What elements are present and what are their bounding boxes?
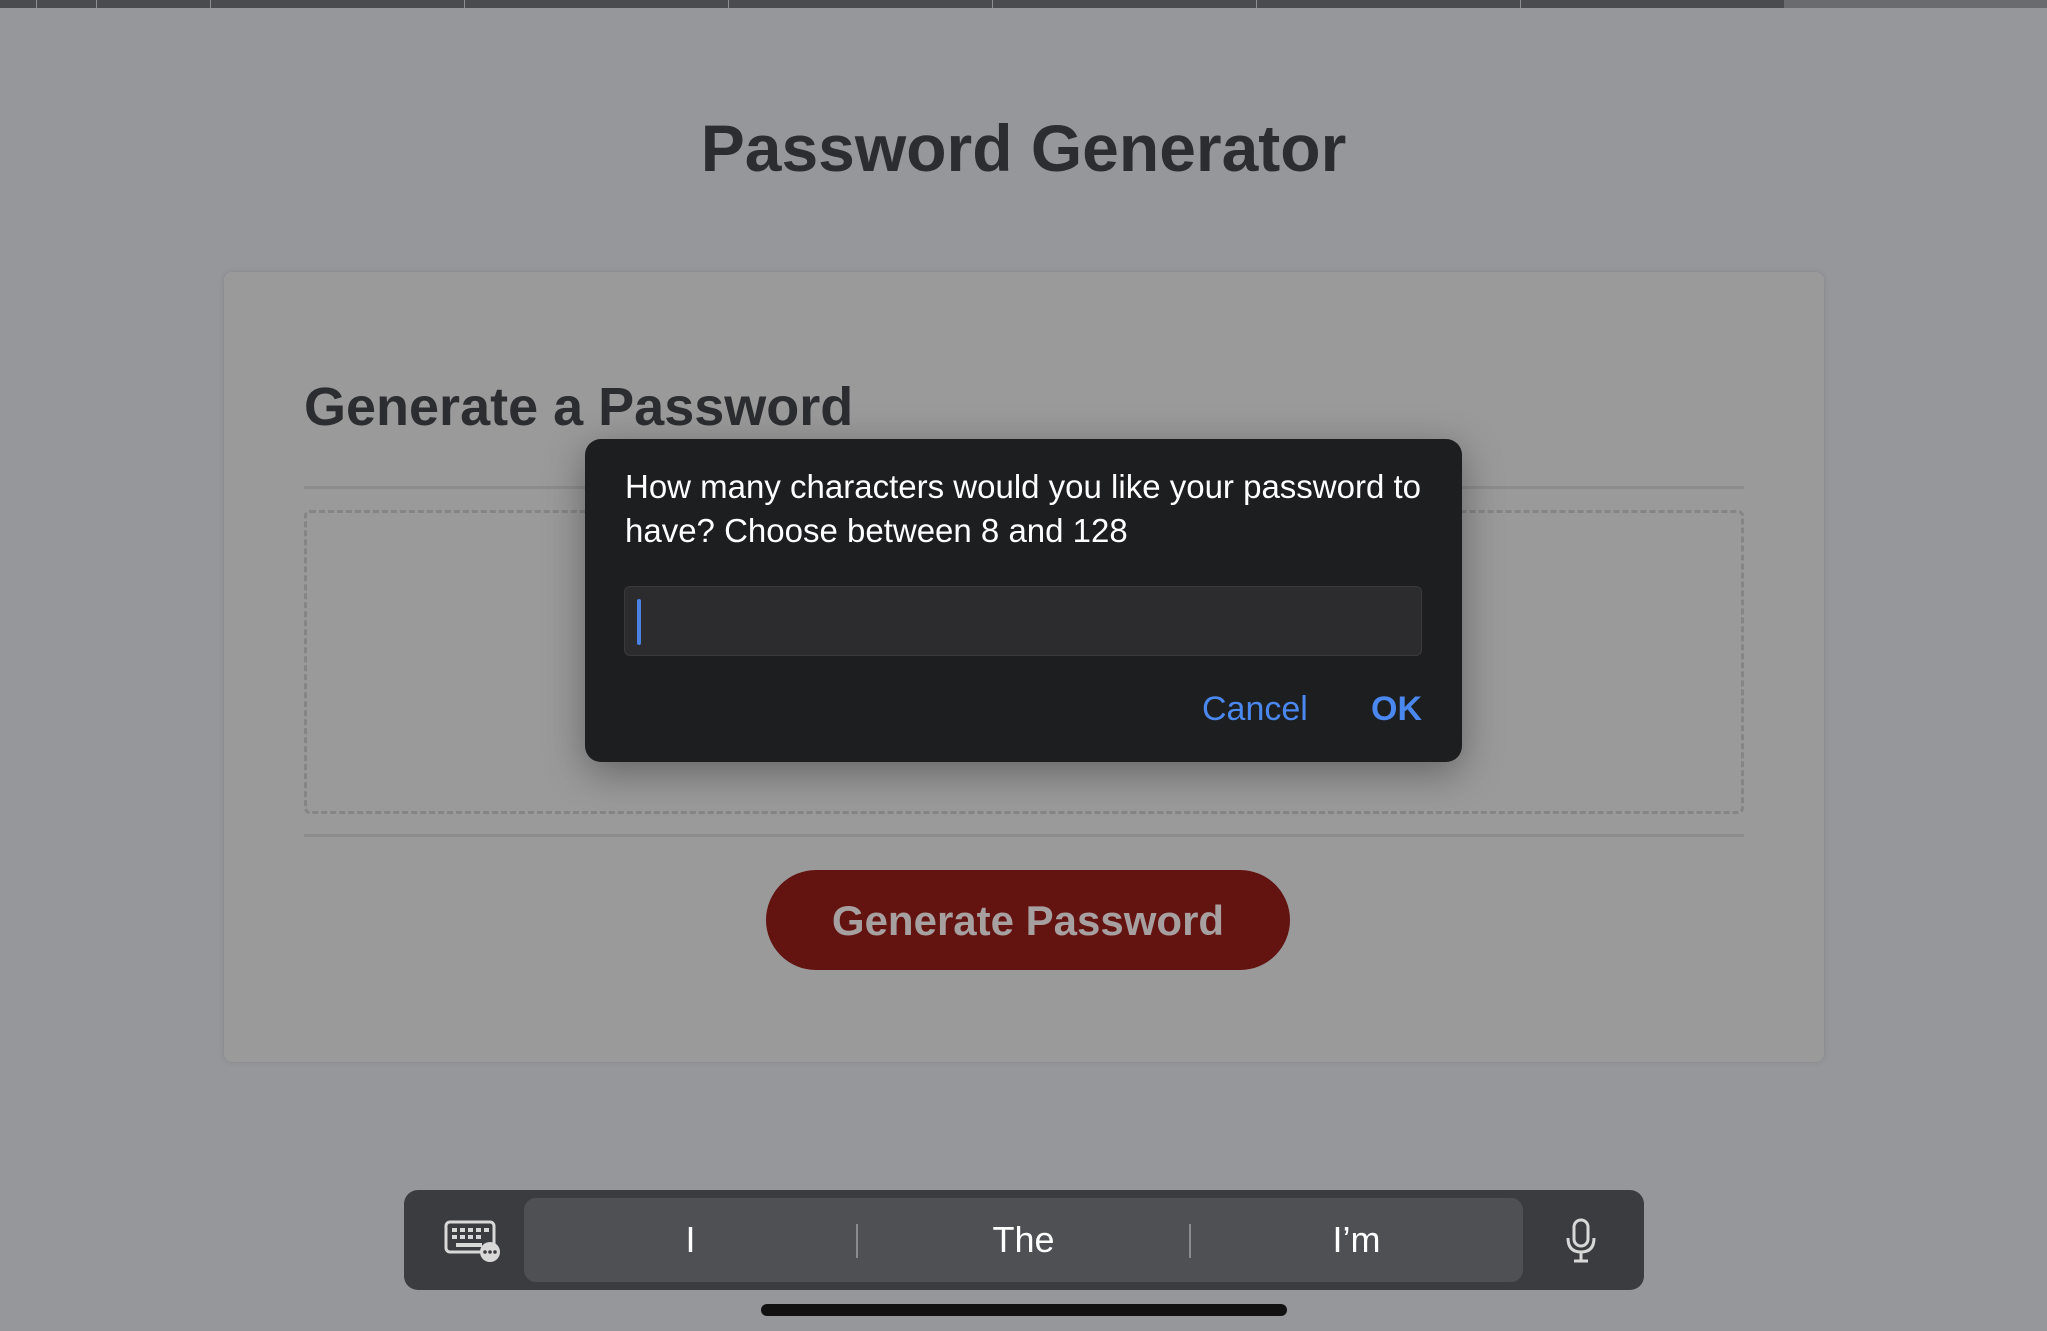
prompt-dialog: How many characters would you like your … (585, 439, 1462, 762)
tab-divider (464, 0, 465, 8)
tab-divider (1520, 0, 1521, 8)
tab-strip (0, 0, 2047, 8)
suggestion-item[interactable]: I’m (1190, 1198, 1523, 1282)
length-input[interactable] (624, 586, 1422, 656)
suggestion-item[interactable]: I (524, 1198, 857, 1282)
card-title: Generate a Password (304, 377, 854, 437)
tab-divider (36, 0, 37, 8)
text-caret (637, 599, 641, 645)
generate-password-button[interactable]: Generate Password (766, 870, 1290, 970)
tab-divider (992, 0, 993, 8)
ok-button[interactable]: OK (1371, 687, 1422, 731)
tab-divider (210, 0, 211, 8)
tab-divider (1256, 0, 1257, 8)
page: Password Generator Generate a Password G… (0, 0, 2047, 1331)
home-indicator[interactable] (761, 1304, 1287, 1316)
keyboard-shortcut-bar: I The I’m (404, 1190, 1644, 1290)
microphone-icon[interactable] (1564, 1218, 1598, 1264)
cancel-button[interactable]: Cancel (1202, 687, 1308, 731)
tab-divider (728, 0, 729, 8)
active-tab[interactable] (1784, 0, 2047, 8)
suggestion-item[interactable]: The (857, 1198, 1190, 1282)
dialog-message: How many characters would you like your … (625, 468, 1422, 549)
predictive-suggestions: I The I’m (524, 1198, 1523, 1282)
keyboard-icon[interactable] (444, 1216, 502, 1264)
tab-divider (96, 0, 97, 8)
page-title: Password Generator (700, 111, 1347, 185)
divider (304, 834, 1744, 837)
